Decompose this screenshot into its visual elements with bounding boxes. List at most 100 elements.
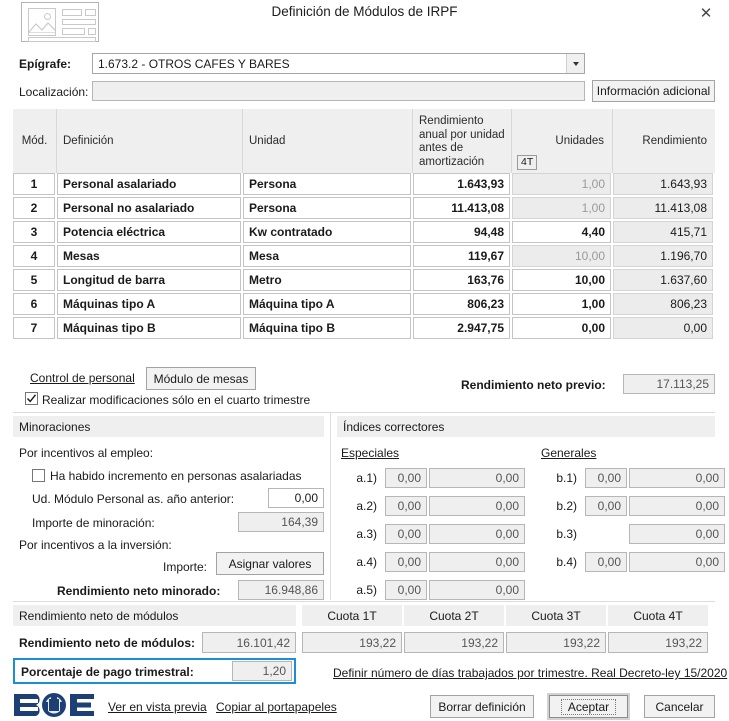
aceptar-button[interactable]: Aceptar [549,695,628,718]
importe-minoracion-label: Importe de minoración: [32,516,155,530]
rendimiento-neto-modulos-label: Rendimiento neto de módulos: [19,636,195,650]
quota-header: Cuota 2T [404,605,504,626]
bottom-section-title: Rendimiento neto de módulos [13,605,296,626]
modulo-mesas-label: Módulo de mesas [153,371,249,386]
cell-unidad: Kw contratado [243,221,411,243]
cell-rendimiento-unidad[interactable]: 119,67 [413,245,510,267]
table-row: 5 Longitud de barra Metro 163,76 10,00 1.637,… [13,269,715,293]
indice-general-key: b.2) [556,499,577,513]
cancelar-button[interactable]: Cancelar [644,695,715,718]
indice-general-value: 0,00 [629,552,725,572]
col-header-mod: Mód. [13,109,57,173]
rendimiento-neto-previo-label: Rendimiento neto previo: [461,378,606,392]
table-row: 7 Máquinas tipo B Máquina tipo B 2.947,75 0,… [13,317,715,341]
incremento-asalariadas-checkbox[interactable] [32,469,45,482]
cell-unidad: Persona [243,197,411,219]
cell-unidades: 10,00 [512,245,611,267]
cell-mod: 4 [13,245,55,267]
indice-especial-coef[interactable]: 0,00 [385,524,427,544]
rendimiento-neto-minorado-value: 16.948,86 [238,580,324,600]
indice-especial-coef[interactable]: 0,00 [385,496,427,516]
cell-rendimiento-unidad[interactable]: 11.413,08 [413,197,510,219]
cell-mod: 2 [13,197,55,219]
modules-table: Mód. Definición Unidad Rendimiento anual… [13,109,715,341]
table-row: 6 Máquinas tipo A Máquina tipo A 806,23 1,00… [13,293,715,317]
control-personal-link[interactable]: Control de personal [30,371,135,385]
cell-mod: 1 [13,173,55,195]
indice-especial-value: 0,00 [429,524,525,544]
indice-especial-key: a.5) [356,583,377,597]
localizacion-input[interactable] [92,81,585,101]
indice-general-coef[interactable]: 0,00 [585,468,627,488]
incentivos-empleo-label: Por incentivos al empleo: [19,446,154,460]
cell-rendimiento: 1.637,60 [613,269,713,291]
cell-rendimiento: 1.196,70 [613,245,713,267]
copiar-portapapeles-link[interactable]: Copiar al portapapeles [216,700,337,714]
asignar-valores-button[interactable]: Asignar valores [216,552,324,575]
epigrafe-select[interactable]: 1.673.2 - OTROS CAFES Y BARES [92,53,585,74]
cell-unidades[interactable]: 1,00 [512,293,611,315]
quarter-badge-4t[interactable]: 4T [517,155,538,170]
indice-especial-key: a.4) [356,555,377,569]
indice-especial-key: a.3) [356,527,377,541]
indice-especial-key: a.1) [356,471,377,485]
quota-value: 193,22 [506,632,606,653]
asignar-valores-label: Asignar valores [228,556,312,571]
col-header-unidad: Unidad [243,109,413,173]
cell-rendimiento: 415,71 [613,221,713,243]
ud-modulo-label: Ud. Módulo Personal as. año anterior: [32,492,235,506]
cell-mod: 7 [13,317,55,339]
porcentaje-pago-label: Porcentaje de pago trimestral: [21,665,194,679]
incremento-asalariadas-label: Ha habido incremento en personas asalari… [50,469,302,483]
indice-especial-key: a.2) [356,499,377,513]
close-icon[interactable]: ✕ [691,0,721,26]
boe-logo [12,692,96,718]
indice-especial-coef[interactable]: 0,00 [385,468,427,488]
ud-modulo-input[interactable]: 0,00 [268,488,324,508]
incentivos-inversion-label: Por incentivos a la inversión: [19,538,172,552]
cell-unidad: Máquina tipo A [243,293,411,315]
indice-general-coef[interactable]: 0,00 [585,552,627,572]
cell-unidad: Máquina tipo B [243,317,411,339]
divider-vertical [330,412,331,600]
porcentaje-pago-value[interactable]: 1,20 [232,661,292,681]
quota-header: Cuota 3T [506,605,606,626]
indice-general-coef[interactable]: 0,00 [585,496,627,516]
cell-unidades[interactable]: 0,00 [512,317,611,339]
cell-mod: 5 [13,269,55,291]
cell-unidades[interactable]: 4,40 [512,221,611,243]
modulo-mesas-button[interactable]: Módulo de mesas [146,367,256,390]
indice-especial-coef[interactable]: 0,00 [385,552,427,572]
cell-unidades[interactable]: 10,00 [512,269,611,291]
importe-minoracion-value: 164,39 [238,512,324,532]
cell-definicion: Personal no asalariado [57,197,241,219]
check-icon [26,394,37,403]
generales-label[interactable]: Generales [541,446,596,460]
borrar-definicion-button[interactable]: Borrar definición [430,695,534,718]
indice-especial-coef[interactable]: 0,00 [385,580,427,600]
cell-rendimiento-unidad[interactable]: 94,48 [413,221,510,243]
cell-rendimiento: 11.413,08 [613,197,713,219]
informacion-adicional-button[interactable]: Información adicional [592,80,715,102]
especiales-label[interactable]: Especiales [341,446,399,460]
cell-mod: 6 [13,293,55,315]
rendimiento-neto-previo-value: 17.113,25 [623,374,715,394]
indice-especial-value: 0,00 [429,580,525,600]
cell-unidad: Mesa [243,245,411,267]
cell-rendimiento-unidad[interactable]: 2.947,75 [413,317,510,339]
quota-value: 193,22 [302,632,402,653]
cuarto-trimestre-checkbox[interactable] [25,392,38,405]
chevron-down-icon[interactable] [566,54,584,73]
table-header-row: Mód. Definición Unidad Rendimiento anual… [13,109,715,173]
cuarto-trimestre-label: Realizar modificaciones sólo en el cuart… [42,393,311,407]
vista-previa-link[interactable]: Ver en vista previa [108,700,207,714]
cell-rendimiento-unidad[interactable]: 1.643,93 [413,173,510,195]
cell-rendimiento-unidad[interactable]: 806,23 [413,293,510,315]
title-bar: Definición de Módulos de IRPF ✕ [0,0,729,46]
definir-dias-link[interactable]: Definir número de días trabajados por tr… [333,666,727,680]
rendimiento-neto-minorado-label: Rendimiento neto minorado: [57,584,221,598]
indice-general-key: b.1) [556,471,577,485]
cell-definicion: Potencia eléctrica [57,221,241,243]
cell-rendimiento-unidad[interactable]: 163,76 [413,269,510,291]
dialog-title: Definición de Módulos de IRPF [271,4,458,19]
